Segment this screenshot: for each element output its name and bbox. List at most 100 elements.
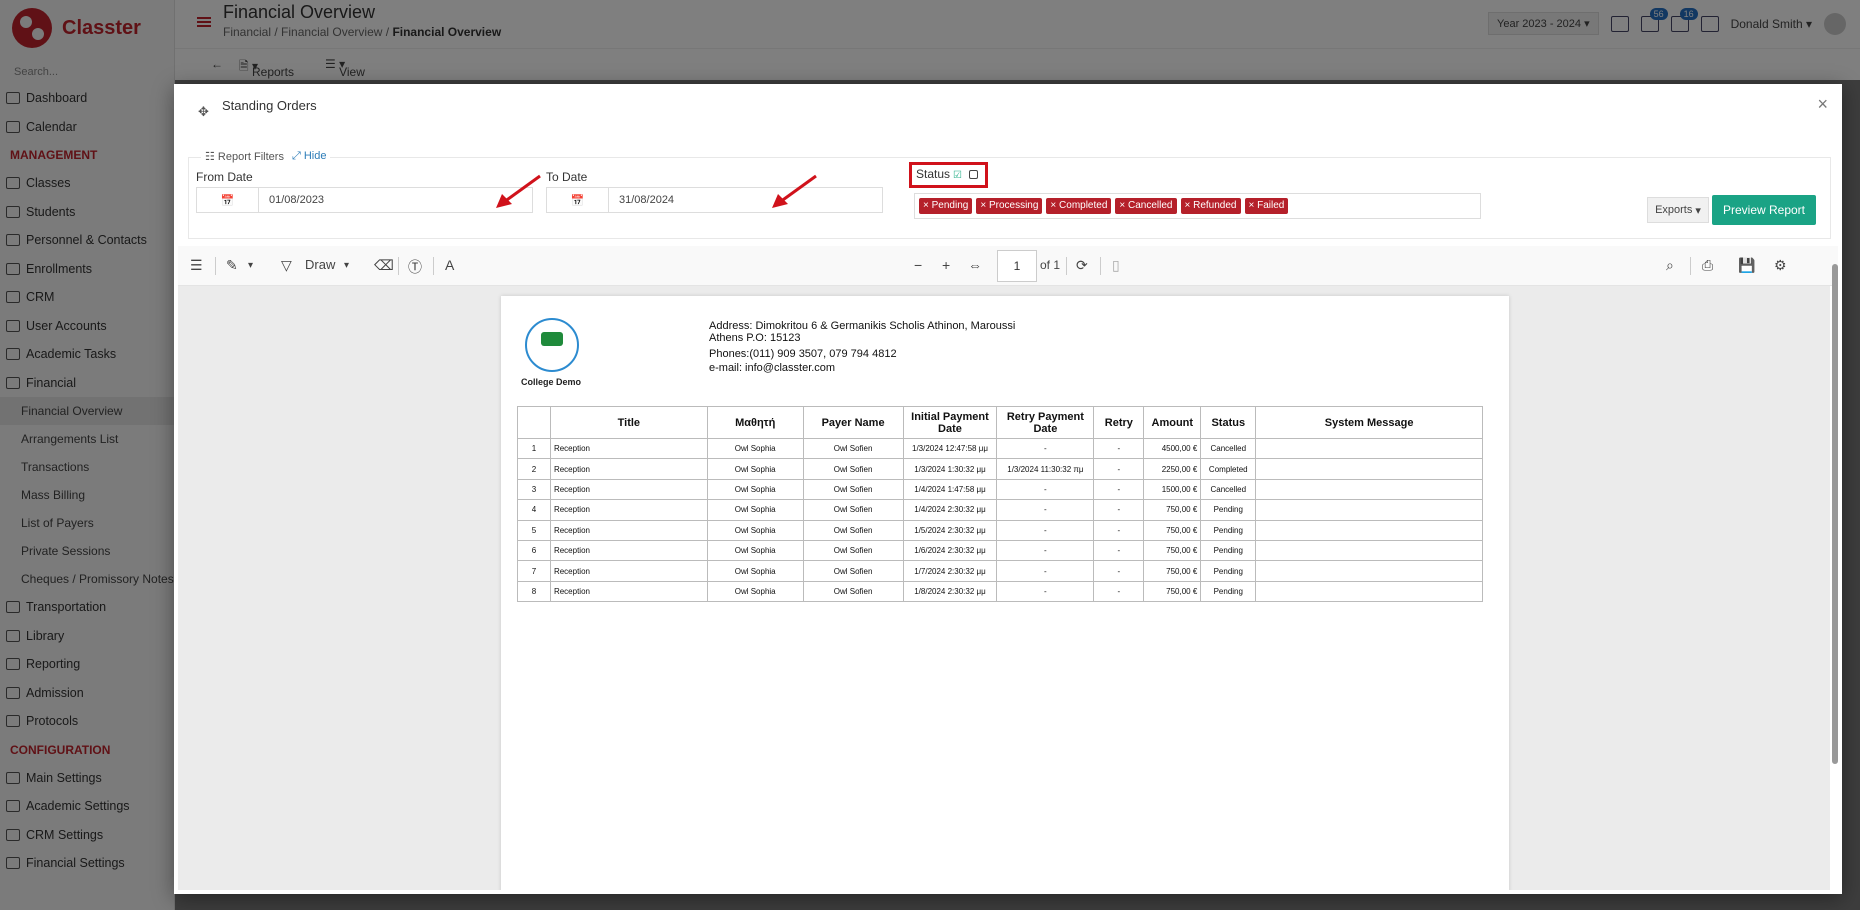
status-tag-failed[interactable]: × Failed xyxy=(1244,198,1289,214)
table-cell: Owl Sofien xyxy=(802,499,904,521)
table-cell: Owl Sophia xyxy=(706,539,804,562)
rotate-icon[interactable]: ⟳ xyxy=(1076,257,1088,274)
draw-button[interactable]: Draw xyxy=(305,257,335,272)
table-cell: - xyxy=(996,499,1095,521)
from-date-field[interactable]: 📅 01/08/2023 xyxy=(196,187,533,213)
table-cell: Owl Sofien xyxy=(802,539,904,562)
chevron-down-icon[interactable]: ▾ xyxy=(344,260,349,271)
deselect-all-icon[interactable] xyxy=(969,170,978,179)
table-cell: Owl Sophia xyxy=(706,499,804,521)
table-header-row: Title Μαθητή Payer Name Initial Payment Dat… xyxy=(517,406,1483,439)
table-cell: Reception xyxy=(549,499,708,521)
table-cell xyxy=(1255,519,1483,541)
status-tag-pending[interactable]: × Pending xyxy=(919,198,973,214)
table-cell: 750,00 € xyxy=(1143,560,1202,582)
status-tag-refunded[interactable]: × Refunded xyxy=(1180,198,1241,214)
text-style-icon[interactable]: A xyxy=(445,257,454,273)
status-tag-processing[interactable]: × Processing xyxy=(976,198,1043,214)
table-cell: Owl Sophia xyxy=(706,437,804,460)
preview-report-button[interactable]: Preview Report xyxy=(1712,195,1816,225)
close-icon[interactable]: × xyxy=(1817,94,1828,115)
move-icon[interactable]: ✥ xyxy=(198,104,209,120)
table-cell: 1/3/2024 11:30:32 πμ xyxy=(996,458,1095,480)
table-cell xyxy=(1255,560,1483,582)
status-multiselect[interactable]: × Pending × Processing × Completed × Cancel… xyxy=(914,193,1481,219)
hide-filters-link[interactable]: ⤢ Hide xyxy=(292,150,326,163)
zoom-in-icon[interactable]: + xyxy=(942,257,950,273)
standing-orders-table: Title Μαθητή Payer Name Initial Payment Dat… xyxy=(517,406,1483,603)
pdf-page: College Demo Address: Dimokritou 6 & Ger… xyxy=(501,296,1509,890)
table-cell: 750,00 € xyxy=(1143,580,1202,603)
fit-width-icon[interactable]: ⇔ xyxy=(968,257,982,273)
page-total: of 1 xyxy=(1040,258,1061,272)
table-cell: 1500,00 € xyxy=(1143,478,1202,501)
table-row: 3 Reception Owl Sophia Owl Sofien 1/4/2024 1… xyxy=(517,478,1483,501)
to-date-input[interactable]: 31/08/2024 xyxy=(609,188,674,212)
table-cell: - xyxy=(1093,539,1145,562)
table-cell: 2 xyxy=(517,458,551,480)
phones: Phones:(011) 909 3507, 079 794 4812 xyxy=(709,348,897,360)
table-cell: Reception xyxy=(549,437,708,460)
to-date-field[interactable]: 📅 31/08/2024 xyxy=(546,187,883,213)
table-cell: - xyxy=(1093,580,1145,603)
table-cell: - xyxy=(996,580,1095,603)
table-cell: Owl Sophia xyxy=(706,519,804,541)
exports-button[interactable]: Exports ▾ xyxy=(1647,197,1709,223)
filters-label: ☷ Report Filters xyxy=(205,151,284,163)
print-icon[interactable]: ⎙ xyxy=(1702,257,1713,274)
table-cell: - xyxy=(996,560,1095,582)
calendar-icon[interactable]: 📅 xyxy=(197,188,259,212)
column-header: Retry Payment Date xyxy=(996,406,1095,439)
chevron-down-icon[interactable]: ▾ xyxy=(248,260,253,271)
table-cell: 3 xyxy=(517,478,551,501)
table-cell: 1/3/2024 1:30:32 μμ xyxy=(902,458,998,480)
page-number-input[interactable]: 1 xyxy=(997,250,1037,282)
text-icon[interactable]: Ⓣ xyxy=(408,257,422,277)
annotation-arrow xyxy=(772,174,817,208)
from-date-input[interactable]: 01/08/2023 xyxy=(259,188,324,212)
highlight-icon[interactable]: ✎ xyxy=(226,257,238,274)
table-cell: Reception xyxy=(549,580,708,603)
column-header: Title xyxy=(549,406,708,439)
to-date-label: To Date xyxy=(546,170,588,184)
table-cell: 6 xyxy=(517,539,551,562)
select-all-icon[interactable]: ☑ xyxy=(953,170,962,181)
layout-icon[interactable]: ▯ xyxy=(1112,257,1120,274)
column-header: Initial Payment Date xyxy=(902,406,998,439)
table-cell: 1/7/2024 2:30:32 μμ xyxy=(902,560,998,582)
table-cell: - xyxy=(1093,519,1145,541)
separator xyxy=(1100,257,1101,275)
pdf-scrollbar[interactable] xyxy=(1832,254,1838,874)
table-cell: Owl Sofien xyxy=(802,478,904,501)
table-cell: Completed xyxy=(1200,458,1257,480)
calendar-icon[interactable]: 📅 xyxy=(547,188,609,212)
exports-label: Exports xyxy=(1655,204,1693,216)
report-filters: ☷ Report Filters ⤢ Hide From Date 📅 01/0… xyxy=(188,150,1831,239)
table-cell xyxy=(1255,478,1483,501)
search-icon[interactable]: ⌕ xyxy=(1666,257,1674,274)
pdf-viewer[interactable]: College Demo Address: Dimokritou 6 & Ger… xyxy=(178,286,1830,890)
filters-legend: ☷ Report Filters ⤢ Hide xyxy=(201,150,331,163)
save-icon[interactable]: 💾 xyxy=(1738,257,1755,274)
column-header: Payer Name xyxy=(802,406,904,439)
table-cell: Owl Sofien xyxy=(802,458,904,480)
settings-gear-icon[interactable]: ⚙ xyxy=(1774,257,1787,274)
status-tag-completed[interactable]: × Completed xyxy=(1046,198,1112,214)
draw-icon[interactable]: ▽ xyxy=(281,257,292,274)
status-tag-cancelled[interactable]: × Cancelled xyxy=(1115,198,1177,214)
separator xyxy=(1066,257,1067,275)
table-cell: Owl Sophia xyxy=(706,458,804,480)
filters-label-text: Report Filters xyxy=(217,151,284,163)
table-cell: Owl Sophia xyxy=(706,560,804,582)
column-header: Amount xyxy=(1143,406,1202,439)
sidebar-toggle-icon[interactable]: ☰ xyxy=(190,257,203,274)
column-header: Status xyxy=(1200,406,1257,439)
column-header xyxy=(517,406,551,439)
email: e-mail: info@classter.com xyxy=(709,362,836,374)
table-cell: Owl Sofien xyxy=(802,580,904,603)
eraser-icon[interactable]: ⌫ xyxy=(374,257,394,274)
table-cell: - xyxy=(1093,437,1145,460)
scrollbar-thumb[interactable] xyxy=(1832,264,1838,764)
zoom-out-icon[interactable]: − xyxy=(914,257,922,273)
table-row: 7 Reception Owl Sophia Owl Sofien 1/7/2024 2… xyxy=(517,560,1483,582)
